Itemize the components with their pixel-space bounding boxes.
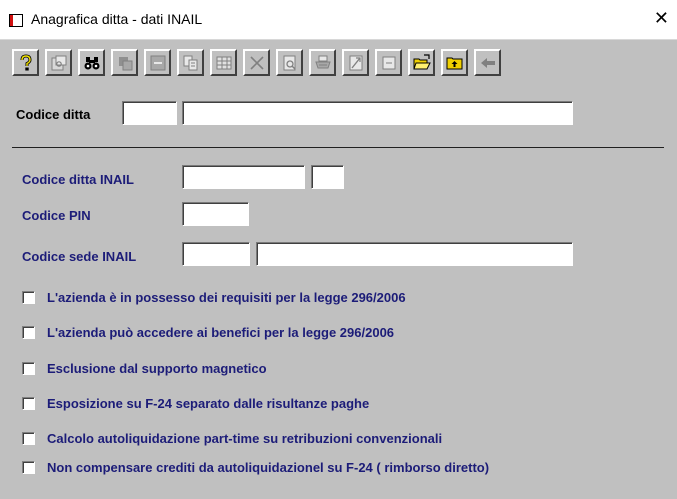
codice-ditta-inail-label: Codice ditta INAIL	[22, 172, 134, 187]
copy-record-icon	[118, 56, 132, 70]
duplicate-button[interactable]	[177, 49, 204, 76]
question-mark-icon	[20, 53, 32, 70]
table-icon	[216, 56, 231, 69]
codice-sede-inail-input[interactable]	[182, 242, 250, 266]
print-preview-icon	[283, 55, 296, 70]
checkbox-requisiti-296[interactable]	[22, 291, 35, 304]
checkbox-benefici-296[interactable]	[22, 326, 35, 339]
codice-ditta-inail-input[interactable]	[182, 165, 305, 189]
window-form-icon	[9, 14, 23, 27]
cancel-button[interactable]	[243, 49, 270, 76]
printer-icon	[314, 55, 331, 68]
notes-button[interactable]	[375, 49, 402, 76]
title-bar: Anagrafica ditta - dati INAIL ✕	[0, 0, 677, 40]
checkbox-label: L'azienda è in possesso dei requisiti pe…	[47, 290, 406, 305]
codice-pin-label: Codice PIN	[22, 208, 91, 223]
minus-icon	[150, 55, 165, 70]
back-button[interactable]	[474, 49, 501, 76]
print-button[interactable]	[309, 49, 336, 76]
export-button[interactable]	[342, 49, 369, 76]
open-button[interactable]	[408, 49, 435, 76]
checkbox-label: L'azienda può accedere ai benefici per l…	[47, 325, 395, 340]
checkbox-non-compensare[interactable]	[22, 461, 35, 474]
export-icon	[349, 55, 362, 70]
properties-button[interactable]	[45, 49, 72, 76]
delete-button[interactable]	[144, 49, 171, 76]
codice-sede-inail-label: Codice sede INAIL	[22, 249, 137, 264]
folder-up-button[interactable]	[441, 49, 468, 76]
preview-button[interactable]	[276, 49, 303, 76]
ragione-sociale-field[interactable]	[182, 101, 573, 125]
close-button[interactable]: ✕	[654, 9, 669, 29]
table-button[interactable]	[210, 49, 237, 76]
codice-pin-input[interactable]	[182, 202, 249, 226]
binoculars-icon	[84, 56, 99, 69]
sede-inail-description-field[interactable]	[256, 242, 573, 266]
folder-open-icon	[412, 53, 431, 69]
notes-icon	[382, 56, 395, 69]
folder-up-icon	[446, 57, 462, 69]
codice-ditta-inail-suffix-input[interactable]	[311, 165, 344, 189]
properties-icon	[51, 55, 66, 70]
checkbox-label: Calcolo autoliquidazione part-time su re…	[47, 431, 443, 446]
search-button[interactable]	[78, 49, 105, 76]
duplicate-icon	[183, 55, 197, 70]
codice-ditta-label: Codice ditta	[16, 107, 91, 122]
cross-icon	[249, 55, 264, 70]
checkbox-label: Esposizione su F-24 separato dalle risul…	[47, 396, 370, 411]
arrow-left-icon	[480, 57, 495, 68]
codice-ditta-input[interactable]	[122, 101, 177, 125]
checkbox-label: Non compensare crediti da autoliquidazio…	[47, 460, 490, 475]
checkbox-f24-separato[interactable]	[22, 397, 35, 410]
toolbar	[12, 49, 677, 79]
checkbox-part-time[interactable]	[22, 432, 35, 445]
checkbox-label: Esclusione dal supporto magnetico	[47, 361, 267, 376]
help-button[interactable]	[12, 49, 39, 76]
copy-record-button[interactable]	[111, 49, 138, 76]
window-title: Anagrafica ditta - dati INAIL	[31, 11, 203, 27]
checkbox-esclusione-supporto[interactable]	[22, 362, 35, 375]
section-divider	[12, 147, 664, 148]
